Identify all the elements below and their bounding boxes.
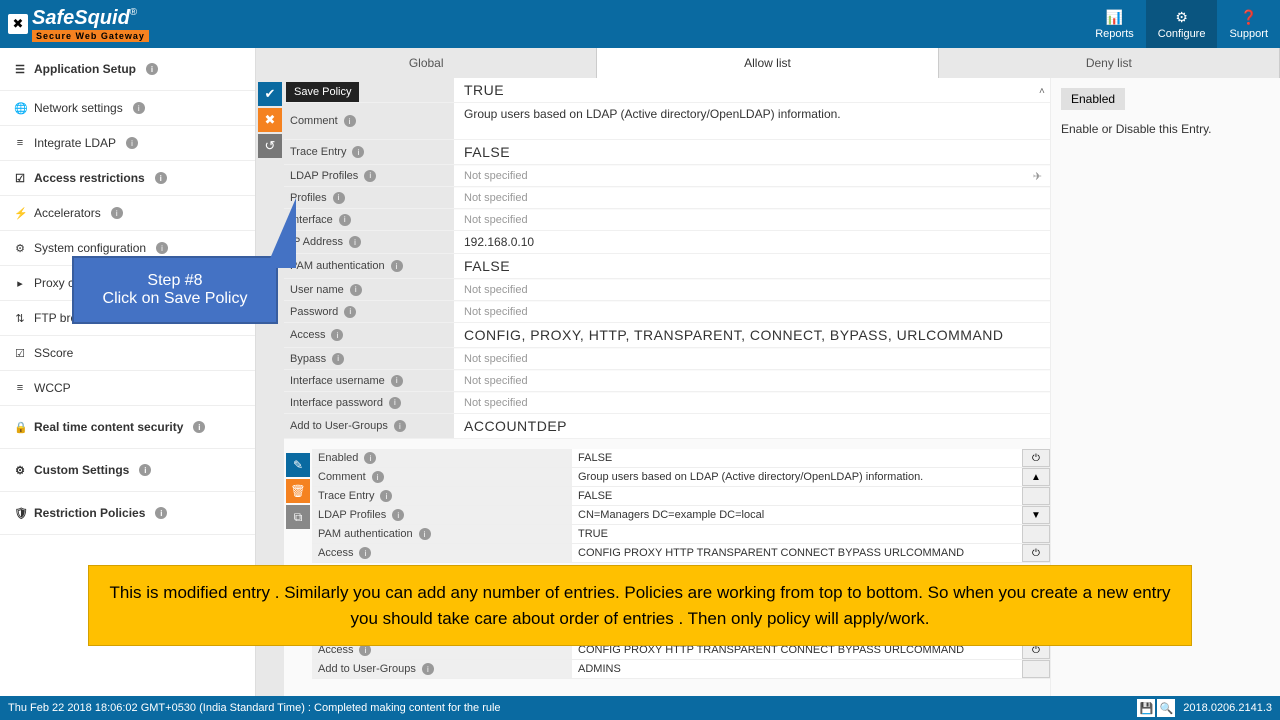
ldap-value[interactable]: Not specified✈ bbox=[454, 166, 1050, 186]
footer-version: 2018.0206.2141.3 bbox=[1183, 702, 1272, 714]
interface-value[interactable]: Not specified bbox=[454, 210, 1050, 230]
sidebar-accel[interactable]: ⚡Acceleratorsi bbox=[0, 196, 255, 231]
brand-tagline: Secure Web Gateway bbox=[32, 30, 149, 42]
info-icon[interactable]: i bbox=[419, 528, 431, 540]
sidebar-custom[interactable]: ⚙Custom Settingsi bbox=[0, 449, 255, 492]
info-icon[interactable]: i bbox=[349, 236, 361, 248]
info-icon[interactable]: i bbox=[111, 207, 123, 219]
info-icon[interactable]: i bbox=[344, 306, 356, 318]
info-icon[interactable]: i bbox=[331, 329, 343, 341]
info-icon[interactable]: i bbox=[193, 421, 205, 433]
sidebar-wccp[interactable]: ≡WCCP bbox=[0, 371, 255, 406]
sliders-icon: ⚙ bbox=[14, 464, 26, 477]
down-icon[interactable]: ▼ bbox=[1022, 506, 1050, 524]
brand-name: SafeSquid bbox=[32, 7, 130, 29]
tab-global[interactable]: Global bbox=[256, 48, 597, 78]
search-icon[interactable]: 🔍 bbox=[1157, 699, 1175, 717]
edit-entry-button[interactable]: ✎ bbox=[286, 453, 310, 477]
info-icon[interactable]: i bbox=[339, 214, 351, 226]
info-icon[interactable]: i bbox=[332, 353, 344, 365]
collapse-icon[interactable]: ˄ bbox=[1039, 86, 1045, 97]
comment-input[interactable]: Group users based on LDAP (Active direct… bbox=[454, 103, 1050, 139]
info-icon[interactable]: i bbox=[333, 192, 345, 204]
info-icon[interactable]: i bbox=[155, 172, 167, 184]
logo: ✖ SafeSquid® Secure Web Gateway bbox=[8, 7, 149, 42]
gear-icon: ⚙ bbox=[1175, 9, 1188, 26]
bypass-value[interactable]: Not specified bbox=[454, 349, 1050, 369]
power-icon[interactable]: ⏻ bbox=[1022, 449, 1050, 467]
help-icon: ❓ bbox=[1240, 9, 1257, 26]
profiles-value[interactable]: Not specified bbox=[454, 188, 1050, 208]
info-icon[interactable]: i bbox=[389, 397, 401, 409]
sidebar-section[interactable]: ☰Application Setupi bbox=[0, 48, 255, 91]
info-icon[interactable]: i bbox=[391, 375, 403, 387]
nav-right: 📊Reports ⚙Configure ❓Support bbox=[1083, 0, 1280, 48]
info-icon[interactable]: i bbox=[133, 102, 145, 114]
save-tooltip: Save Policy bbox=[286, 82, 359, 102]
sidebar-rtcs[interactable]: 🔒Real time content securityi bbox=[0, 406, 255, 449]
info-icon[interactable]: i bbox=[350, 284, 362, 296]
pass-value[interactable]: Not specified bbox=[454, 302, 1050, 322]
sidebar-sscore[interactable]: ☑SScore bbox=[0, 336, 255, 371]
info-icon[interactable]: i bbox=[155, 507, 167, 519]
info-icon[interactable]: i bbox=[344, 115, 356, 127]
info-icon[interactable]: i bbox=[380, 490, 392, 502]
user-value[interactable]: Not specified bbox=[454, 280, 1050, 300]
save-icon[interactable]: 💾 bbox=[1137, 699, 1155, 717]
logo-icon: ✖ bbox=[8, 14, 28, 34]
info-icon[interactable]: i bbox=[146, 63, 158, 75]
info-icon[interactable]: i bbox=[352, 146, 364, 158]
info-icon[interactable]: i bbox=[392, 509, 404, 521]
top-bar: ✖ SafeSquid® Secure Web Gateway 📊Reports… bbox=[0, 0, 1280, 48]
sidebar-network[interactable]: 🌐Network settingsi bbox=[0, 91, 255, 126]
info-icon[interactable]: i bbox=[139, 464, 151, 476]
sidebar-access[interactable]: ☑Access restrictionsi bbox=[0, 161, 255, 196]
sidebar-restrict[interactable]: 🛡Restriction Policiesi bbox=[0, 492, 255, 535]
ip-value[interactable]: 192.168.0.10 bbox=[454, 231, 1050, 253]
access-value[interactable]: CONFIG, PROXY, HTTP, TRANSPARENT, CONNEC… bbox=[454, 323, 1050, 347]
enabled-badge: Enabled bbox=[1061, 88, 1125, 110]
iuser-value[interactable]: Not specified bbox=[454, 371, 1050, 391]
tab-allow[interactable]: Allow list bbox=[597, 48, 938, 78]
nav-support[interactable]: ❓Support bbox=[1217, 0, 1280, 48]
chart-icon: 📊 bbox=[1106, 9, 1123, 26]
delete-entry-button[interactable]: 🗑 bbox=[286, 479, 310, 503]
send-icon[interactable]: ✈ bbox=[1033, 170, 1042, 183]
up-icon[interactable]: ▲ bbox=[1022, 468, 1050, 486]
lock-icon: 🔒 bbox=[14, 421, 26, 434]
save-policy-button[interactable]: ✔Save Policy bbox=[258, 82, 282, 106]
help-text: Enable or Disable this Entry. bbox=[1061, 122, 1270, 136]
info-icon[interactable]: i bbox=[372, 471, 384, 483]
info-icon[interactable]: i bbox=[422, 663, 434, 675]
info-icon[interactable]: i bbox=[364, 170, 376, 182]
list-icon: ☰ bbox=[14, 63, 26, 76]
cancel-button[interactable]: ✖ bbox=[258, 108, 282, 132]
info-icon[interactable]: i bbox=[394, 420, 406, 432]
sidebar-ldap[interactable]: ≡Integrate LDAPi bbox=[0, 126, 255, 161]
pam-value[interactable]: FALSE bbox=[454, 254, 1050, 278]
ipass-value[interactable]: Not specified bbox=[454, 393, 1050, 413]
nav-reports[interactable]: 📊Reports bbox=[1083, 0, 1146, 48]
footer-status: Thu Feb 22 2018 18:06:02 GMT+0530 (India… bbox=[8, 702, 501, 714]
info-icon[interactable]: i bbox=[391, 260, 403, 272]
groups-value[interactable]: ACCOUNTDEP bbox=[454, 414, 1050, 438]
info-icon[interactable]: i bbox=[359, 547, 371, 559]
enabled-value[interactable]: TRUE bbox=[454, 78, 1050, 102]
info-icon[interactable]: i bbox=[126, 137, 138, 149]
nav-configure[interactable]: ⚙Configure bbox=[1146, 0, 1218, 48]
tab-deny[interactable]: Deny list bbox=[939, 48, 1280, 78]
power-icon[interactable]: ⏻ bbox=[1022, 544, 1050, 562]
info-icon[interactable]: i bbox=[156, 242, 168, 254]
shield-icon: 🛡 bbox=[14, 507, 26, 520]
instruction-note: This is modified entry . Similarly you c… bbox=[88, 565, 1192, 646]
info-icon[interactable]: i bbox=[364, 452, 376, 464]
step-callout: Step #8 Click on Save Policy bbox=[72, 256, 278, 324]
tabs: Global Allow list Deny list bbox=[256, 48, 1280, 78]
footer: Thu Feb 22 2018 18:06:02 GMT+0530 (India… bbox=[0, 696, 1280, 720]
entry-1: ✎ 🗑 ⧉ EnablediFALSE⏻ CommentiGroup users… bbox=[284, 449, 1050, 563]
copy-entry-button[interactable]: ⧉ bbox=[286, 505, 310, 529]
undo-button[interactable]: ↺ bbox=[258, 134, 282, 158]
trace-value[interactable]: FALSE bbox=[454, 140, 1050, 164]
